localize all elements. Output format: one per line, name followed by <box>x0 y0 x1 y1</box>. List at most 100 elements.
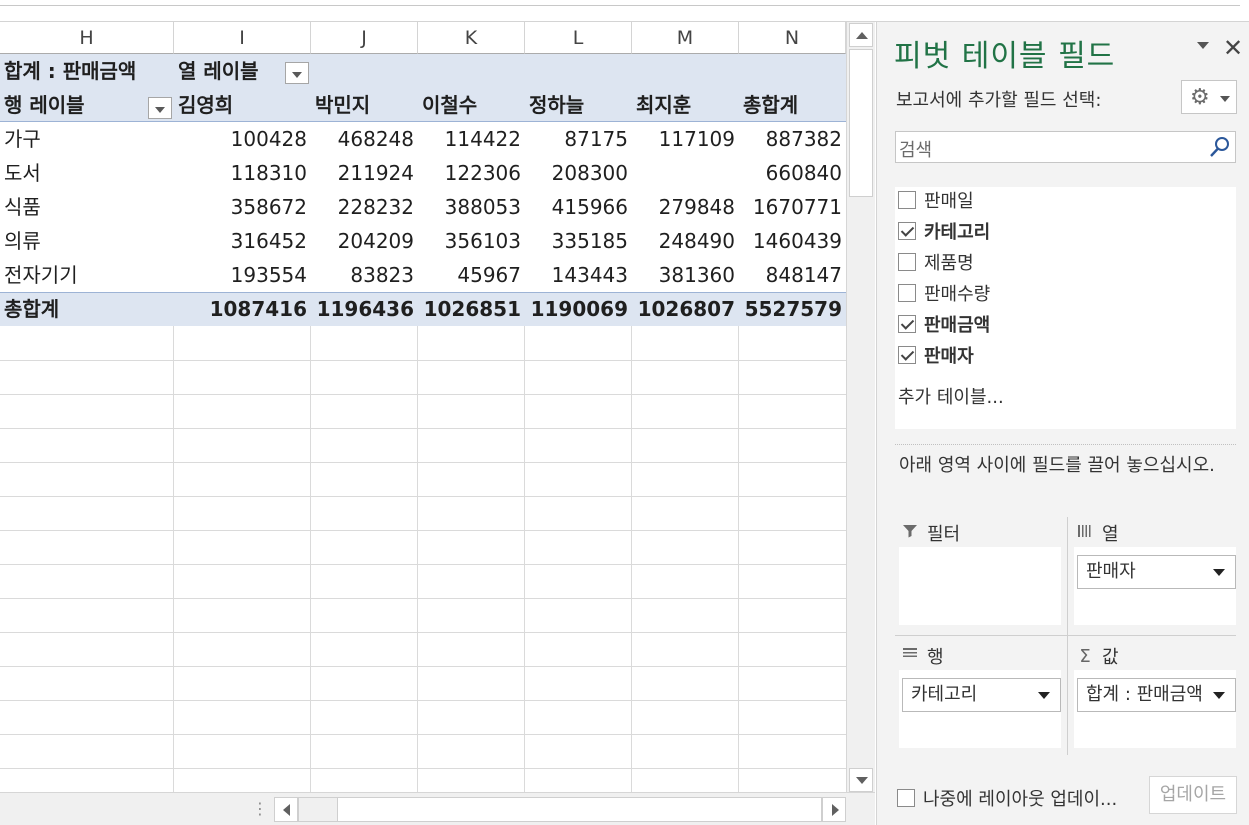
close-icon[interactable]: ✕ <box>1223 34 1243 62</box>
pivot-cell[interactable]: 114422 <box>418 122 525 156</box>
pivot-row-label[interactable]: 가구 <box>4 122 172 156</box>
pivot-column-name[interactable]: 김영희 <box>178 88 308 122</box>
pivot-cell[interactable]: 45967 <box>418 258 525 292</box>
filter-area[interactable]: 필터 <box>899 519 1061 625</box>
panel-options-chevron-icon[interactable] <box>1197 42 1209 49</box>
pivot-cell[interactable]: 660840 <box>739 156 846 190</box>
pivot-cell[interactable]: 848147 <box>739 258 846 292</box>
rows-area[interactable]: 행 카테고리 <box>899 642 1061 748</box>
column-header-h[interactable]: H <box>0 22 174 54</box>
column-header-j[interactable]: J <box>311 22 418 54</box>
pivot-cell[interactable]: 143443 <box>525 258 632 292</box>
pivot-cell[interactable]: 83823 <box>311 258 418 292</box>
pivot-column-name[interactable]: 총합계 <box>743 88 843 122</box>
field-item-seller[interactable]: 판매자 <box>898 342 974 368</box>
pivot-cell[interactable] <box>632 156 739 190</box>
pivot-cell[interactable]: 193554 <box>174 258 311 292</box>
values-drop-zone[interactable]: 합계 : 판매금액 <box>1074 670 1236 748</box>
scroll-left-button[interactable] <box>274 797 298 822</box>
field-checkbox[interactable] <box>898 222 916 240</box>
pivot-cell[interactable]: 228232 <box>311 190 418 224</box>
field-item-amount[interactable]: 판매금액 <box>898 311 990 337</box>
pivot-cell[interactable]: 316452 <box>174 224 311 258</box>
field-checkbox[interactable] <box>898 191 916 209</box>
pivot-cell[interactable]: 335185 <box>525 224 632 258</box>
pivot-cell[interactable]: 1460439 <box>739 224 846 258</box>
defer-update-checkbox[interactable] <box>897 789 915 807</box>
column-header-k[interactable]: K <box>418 22 525 54</box>
pivot-column-name[interactable]: 정하늘 <box>529 88 629 122</box>
pivot-cell[interactable]: 117109 <box>632 122 739 156</box>
field-checkbox[interactable] <box>898 346 916 364</box>
more-tables-link[interactable]: 추가 테이블... <box>898 383 1004 409</box>
vertical-scroll-thumb[interactable] <box>849 49 873 197</box>
pivot-grand-total-cell[interactable]: 1026851 <box>418 292 525 326</box>
pivot-grand-total-cell[interactable]: 1190069 <box>525 292 632 326</box>
columns-drop-zone[interactable]: 판매자 <box>1074 547 1236 625</box>
filter-drop-zone[interactable] <box>899 547 1061 625</box>
pivot-cell[interactable]: 887382 <box>739 122 846 156</box>
horizontal-scroll-track[interactable] <box>298 797 822 822</box>
pivot-cell[interactable]: 358672 <box>174 190 311 224</box>
pivot-column-name[interactable]: 이철수 <box>422 88 522 122</box>
pivot-cell[interactable]: 1670771 <box>739 190 846 224</box>
column-header-i[interactable]: I <box>174 22 311 54</box>
tools-button[interactable]: ⚙ <box>1181 80 1237 114</box>
field-checkbox[interactable] <box>898 315 916 333</box>
pivot-cell[interactable]: 381360 <box>632 258 739 292</box>
field-search-input[interactable]: 검색 <box>895 131 1236 163</box>
pivot-grand-total-label[interactable]: 총합계 <box>4 292 172 326</box>
pivot-cell[interactable]: 208300 <box>525 156 632 190</box>
scroll-right-button[interactable] <box>822 797 846 822</box>
values-field-dropdown[interactable]: 합계 : 판매금액 <box>1077 678 1236 712</box>
pivot-column-labels-caption[interactable]: 열 레이블 <box>178 54 288 88</box>
field-checkbox[interactable] <box>898 284 916 302</box>
columns-area[interactable]: 열 판매자 <box>1074 519 1236 625</box>
rows-drop-zone[interactable]: 카테고리 <box>899 670 1061 748</box>
pivot-cell[interactable]: 388053 <box>418 190 525 224</box>
horizontal-scrollbar[interactable]: ⋮ <box>0 792 875 825</box>
pivot-row-label[interactable]: 도서 <box>4 156 172 190</box>
pivot-row-labels-caption[interactable]: 행 레이블 <box>4 88 154 122</box>
columns-field-dropdown[interactable]: 판매자 <box>1077 555 1236 589</box>
pivot-column-name[interactable]: 박민지 <box>315 88 415 122</box>
split-handle-icon[interactable]: ⋮ <box>252 799 268 819</box>
rows-field-dropdown[interactable]: 카테고리 <box>902 678 1061 712</box>
pivot-cell[interactable]: 415966 <box>525 190 632 224</box>
pivot-row-label[interactable]: 식품 <box>4 190 172 224</box>
pivot-cell[interactable]: 118310 <box>174 156 311 190</box>
column-header-l[interactable]: L <box>525 22 632 54</box>
pivot-row-label[interactable]: 전자기기 <box>4 258 172 292</box>
pivot-grand-total-cell[interactable]: 1087416 <box>174 292 311 326</box>
pivot-cell[interactable]: 204209 <box>311 224 418 258</box>
vertical-scrollbar[interactable] <box>846 22 875 792</box>
pivot-row-label[interactable]: 의류 <box>4 224 172 258</box>
pivot-cell[interactable]: 211924 <box>311 156 418 190</box>
pivot-cell[interactable]: 87175 <box>525 122 632 156</box>
pivot-cell[interactable]: 279848 <box>632 190 739 224</box>
pivot-cell[interactable]: 100428 <box>174 122 311 156</box>
pivot-grand-total-cell[interactable]: 1026807 <box>632 292 739 326</box>
values-area[interactable]: Σ 값 합계 : 판매금액 <box>1074 642 1236 748</box>
pivot-cell[interactable]: 122306 <box>418 156 525 190</box>
field-item-category[interactable]: 카테고리 <box>898 218 990 244</box>
pivot-cell[interactable]: 356103 <box>418 224 525 258</box>
field-item-product-name[interactable]: 제품명 <box>898 249 974 275</box>
row-labels-filter-button[interactable] <box>148 97 172 119</box>
field-item-quantity[interactable]: 판매수량 <box>898 280 990 306</box>
column-labels-filter-button[interactable] <box>285 62 309 84</box>
pivot-grand-total-cell[interactable]: 1196436 <box>311 292 418 326</box>
pivot-column-name[interactable]: 최지훈 <box>636 88 736 122</box>
field-item-sale-date[interactable]: 판매일 <box>898 187 974 213</box>
column-header-m[interactable]: M <box>632 22 739 54</box>
scroll-up-button[interactable] <box>849 23 873 47</box>
pivot-grand-total-cell[interactable]: 5527579 <box>739 292 846 326</box>
defer-update-option[interactable]: 나중에 레이아웃 업데이... <box>897 785 1117 811</box>
worksheet-grid[interactable]: H I J K L M N 합계 : 판매금액 열 레이블 행 레이블 김영희 … <box>0 22 846 792</box>
column-header-n[interactable]: N <box>739 22 846 54</box>
horizontal-scroll-thumb[interactable] <box>298 797 338 822</box>
pivot-cell[interactable]: 468248 <box>311 122 418 156</box>
update-button[interactable]: 업데이트 <box>1149 776 1237 814</box>
pivot-cell[interactable]: 248490 <box>632 224 739 258</box>
pivot-value-field-label[interactable]: 합계 : 판매금액 <box>4 54 174 88</box>
